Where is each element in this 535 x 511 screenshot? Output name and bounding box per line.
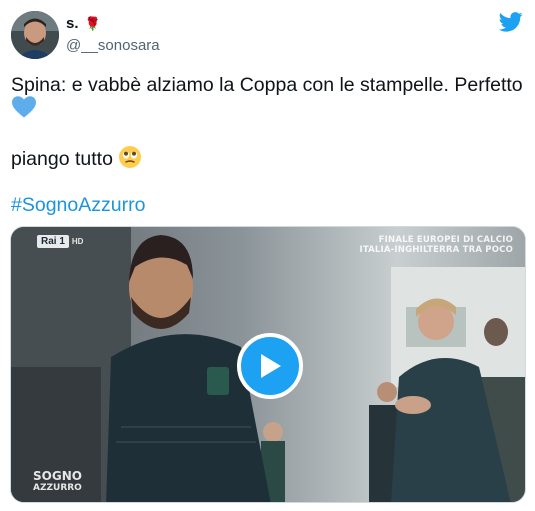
channel-hd: HD — [71, 237, 84, 246]
face-holding-back-tears-icon — [118, 146, 141, 168]
avatar[interactable] — [11, 11, 59, 59]
user-handle[interactable]: @__sonosara — [66, 37, 160, 54]
watermark-line-1: SOGNO — [33, 469, 82, 483]
display-name[interactable]: s. — [66, 15, 79, 32]
program-watermark: SOGNO AZZURRO — [33, 469, 82, 494]
broadcast-caption-line-1: FINALE EUROPEI DI CALCIO — [378, 235, 513, 245]
tweet-text-line-1: Spina: e vabbè alziamo la Coppa con le s… — [11, 74, 523, 96]
broadcast-caption-line-2: ITALIA-INGHILTERRA TRA POCO — [359, 245, 513, 255]
play-button[interactable] — [237, 333, 303, 399]
hashtag-link[interactable]: #SognoAzzurro — [11, 193, 145, 217]
author-name-row: s. 🌹 — [66, 15, 101, 32]
tweet-text-piango: piango tutto — [11, 148, 113, 170]
play-icon — [261, 354, 281, 378]
tweet-card: s. 🌹 @__sonosara Spina: e vabbè alziamo … — [0, 0, 535, 511]
twitter-bird-icon[interactable] — [499, 12, 523, 32]
channel-name: Rai 1 — [37, 235, 69, 248]
rose-emoji-icon: 🌹 — [84, 16, 101, 31]
channel-logo: Rai 1 HD — [37, 235, 83, 248]
broadcast-caption: FINALE EUROPEI DI CALCIO ITALIA-INGHILTE… — [359, 235, 513, 255]
video-player[interactable]: Rai 1 HD FINALE EUROPEI DI CALCIO ITALIA… — [10, 226, 526, 503]
watermark-line-2: AZZURRO — [33, 483, 82, 493]
blue-heart-icon — [12, 96, 36, 118]
tweet-text-line-2: piango tutto — [11, 145, 142, 171]
